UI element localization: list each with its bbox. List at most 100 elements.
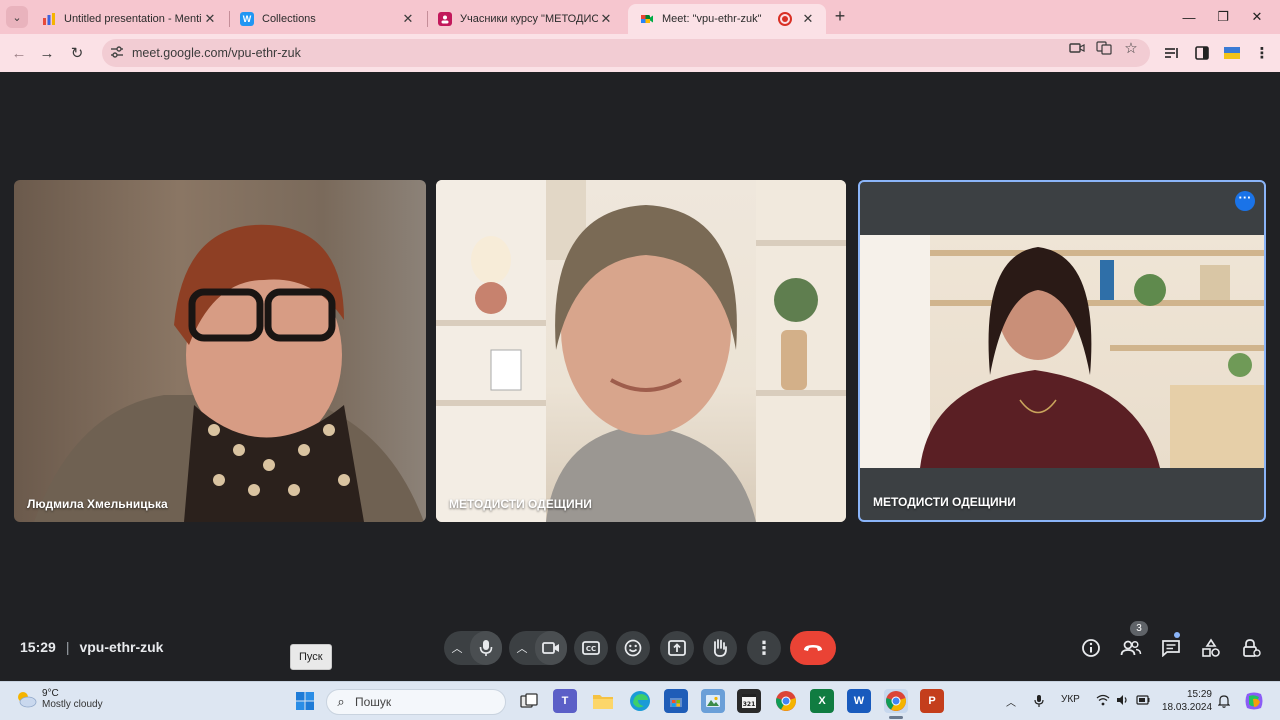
task-view-icon[interactable] bbox=[517, 689, 541, 713]
forward-icon[interactable]: → bbox=[36, 42, 58, 64]
reactions-button[interactable] bbox=[616, 631, 650, 665]
show-hidden-icons-chevron[interactable]: ︿ bbox=[1006, 694, 1016, 709]
back-icon[interactable]: ← bbox=[8, 42, 30, 64]
participant-name: МЕТОДИСТИ ОДЕЩИНИ bbox=[873, 495, 1016, 509]
chrome-icon[interactable] bbox=[774, 689, 798, 713]
people-count-badge: 3 bbox=[1130, 621, 1148, 636]
address-bar[interactable]: meet.google.com/vpu-ethr-zuk bbox=[102, 39, 1150, 67]
notifications-bell-icon[interactable] bbox=[1217, 694, 1231, 711]
more-vert-icon: ⋮ bbox=[755, 637, 773, 658]
people-button[interactable] bbox=[1119, 637, 1143, 659]
close-icon[interactable]: ✕ bbox=[800, 11, 816, 27]
activities-button[interactable] bbox=[1199, 637, 1223, 659]
reload-icon[interactable]: ↻ bbox=[66, 42, 88, 64]
camera-button[interactable] bbox=[535, 631, 567, 665]
bookmark-star-icon[interactable]: ☆ bbox=[1122, 40, 1140, 57]
tab-course-participants[interactable]: Учасники курсу "МЕТОДИСТИ ✕ bbox=[426, 4, 624, 34]
raise-hand-button[interactable] bbox=[703, 631, 737, 665]
tab-title: Учасники курсу "МЕТОДИСТИ bbox=[460, 13, 598, 25]
system-clock[interactable]: 15:29 18.03.2024 bbox=[1162, 688, 1212, 714]
side-panel-icon[interactable] bbox=[1192, 43, 1212, 63]
battery-icon[interactable] bbox=[1136, 694, 1150, 709]
meeting-code: vpu-ethr-zuk bbox=[79, 639, 164, 655]
participant-name: Людмила Хмельницька bbox=[27, 497, 168, 511]
powerpoint-icon[interactable]: P bbox=[920, 689, 944, 713]
participant-tile-active[interactable]: ··· МЕТОДИСТИ ОДЕЩИНИ bbox=[858, 180, 1266, 522]
google-meet-icon bbox=[640, 12, 654, 26]
file-explorer-icon[interactable] bbox=[591, 689, 615, 713]
tab-search-button[interactable]: ⌄ bbox=[6, 6, 28, 28]
tab-title: Collections bbox=[262, 13, 316, 25]
participant-tile[interactable]: МЕТОДИСТИ ОДЕЩИНИ bbox=[436, 180, 846, 522]
profile-avatar[interactable] bbox=[1222, 43, 1242, 63]
close-icon[interactable]: ✕ bbox=[400, 11, 416, 27]
clock-date: 18.03.2024 bbox=[1162, 702, 1213, 713]
chrome-active-icon[interactable] bbox=[884, 689, 908, 713]
start-button[interactable] bbox=[293, 689, 317, 713]
mentimeter-icon bbox=[42, 12, 56, 26]
weather-widget[interactable]: 9°C Mostly cloudy bbox=[14, 688, 103, 710]
partly-cloudy-icon bbox=[18, 692, 37, 708]
keyboard-language[interactable]: УКР bbox=[1061, 694, 1080, 705]
minimize-icon[interactable]: — bbox=[1172, 0, 1206, 34]
translate-icon[interactable] bbox=[1095, 40, 1113, 56]
taskbar-search[interactable]: ⌕ Пошук bbox=[326, 689, 506, 715]
tab-collections[interactable]: W Collections ✕ bbox=[228, 4, 426, 34]
camera-control: ︿ bbox=[509, 631, 567, 665]
browser-toolbar: ← → ↻ meet.google.com/vpu-ethr-zuk ☆ ⋮ bbox=[0, 34, 1280, 72]
microphone-icon bbox=[479, 640, 493, 656]
microsoft-store-icon[interactable] bbox=[664, 689, 688, 713]
microphone-button[interactable] bbox=[470, 631, 502, 665]
site-info-icon[interactable] bbox=[104, 45, 130, 61]
excel-icon[interactable]: X bbox=[810, 689, 834, 713]
menu-kebab-icon[interactable]: ⋮ bbox=[1252, 43, 1272, 63]
chat-button[interactable] bbox=[1159, 637, 1183, 659]
video-options-chevron-icon[interactable]: ︿ bbox=[509, 640, 535, 656]
more-options-button[interactable]: ··· bbox=[1235, 191, 1255, 211]
meeting-info-button[interactable] bbox=[1079, 637, 1103, 659]
wifi-icon[interactable] bbox=[1096, 694, 1110, 709]
leave-call-button[interactable] bbox=[790, 631, 836, 665]
raise-hand-icon bbox=[713, 639, 727, 657]
close-icon[interactable]: ✕ bbox=[202, 11, 218, 27]
tab-meet[interactable]: Meet: "vpu-ethr-zuk" ✕ bbox=[628, 4, 826, 34]
emoji-icon bbox=[624, 639, 642, 657]
recording-icon bbox=[778, 12, 792, 26]
url-text[interactable]: meet.google.com/vpu-ethr-zuk bbox=[132, 46, 301, 60]
edge-icon[interactable] bbox=[628, 689, 652, 713]
window-close-icon[interactable]: ✕ bbox=[1240, 0, 1274, 34]
svg-text:CC: CC bbox=[586, 645, 596, 653]
participant-tile[interactable]: Людмила Хмельницька bbox=[14, 180, 426, 522]
copilot-icon[interactable] bbox=[1242, 689, 1266, 713]
teams-icon[interactable]: T bbox=[553, 689, 577, 713]
participant-video bbox=[860, 235, 1264, 468]
captions-button[interactable]: CC bbox=[574, 631, 608, 665]
info-icon bbox=[1082, 639, 1100, 657]
tab-strip: ⌄ Untitled presentation - Mentimeter ✕ W… bbox=[0, 0, 1280, 34]
present-screen-button[interactable] bbox=[660, 631, 694, 665]
clipchamp-icon[interactable]: 321 bbox=[737, 689, 761, 713]
present-screen-icon bbox=[668, 640, 686, 656]
camera-in-use-icon[interactable] bbox=[1068, 40, 1086, 56]
reading-list-icon[interactable] bbox=[1162, 43, 1182, 63]
audio-options-chevron-icon[interactable]: ︿ bbox=[444, 640, 470, 656]
weather-description: Mostly cloudy bbox=[42, 699, 103, 710]
volume-icon[interactable] bbox=[1116, 694, 1130, 709]
close-icon[interactable]: ✕ bbox=[598, 11, 614, 27]
wakelet-icon: W bbox=[240, 12, 254, 26]
host-controls-button[interactable] bbox=[1239, 637, 1263, 659]
restore-icon[interactable]: ❐ bbox=[1206, 0, 1240, 34]
classroom-icon bbox=[438, 12, 452, 26]
tab-title: Untitled presentation - Mentimeter bbox=[64, 13, 202, 25]
microphone-tray-icon[interactable] bbox=[1034, 694, 1044, 711]
tab-mentimeter[interactable]: Untitled presentation - Mentimeter ✕ bbox=[30, 4, 228, 34]
new-tab-button[interactable]: + bbox=[830, 6, 850, 26]
meeting-time: 15:29 bbox=[20, 639, 56, 655]
word-icon[interactable]: W bbox=[847, 689, 871, 713]
windows-taskbar: 9°C Mostly cloudy ⌕ Пошук T 321 X W P ︿ … bbox=[0, 681, 1280, 720]
photos-icon[interactable] bbox=[701, 689, 725, 713]
more-options-button[interactable]: ⋮ bbox=[747, 631, 781, 665]
weather-temperature: 9°C bbox=[42, 688, 59, 699]
meeting-separator: | bbox=[65, 639, 70, 655]
svg-text:321: 321 bbox=[743, 701, 756, 708]
